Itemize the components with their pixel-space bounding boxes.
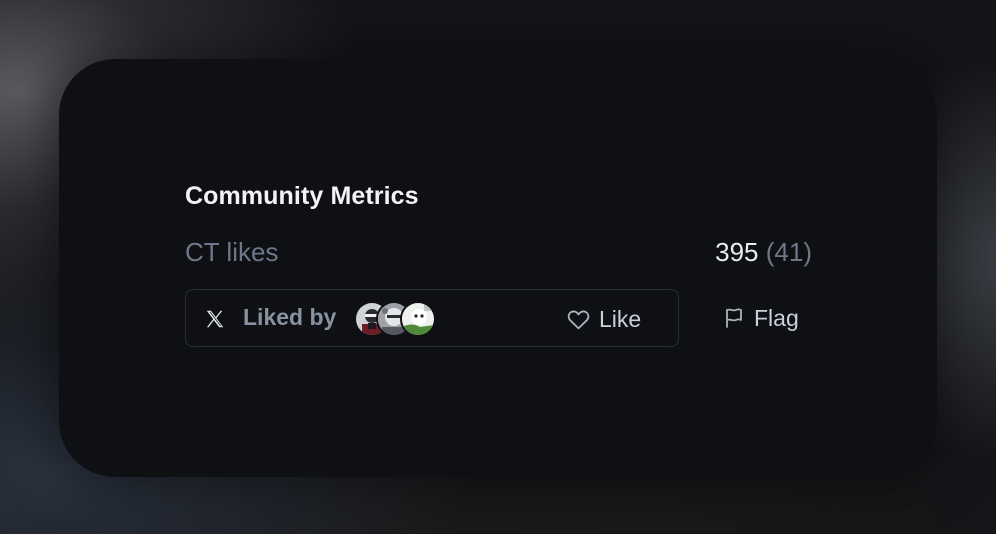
like-label: Like [599,305,642,332]
avatar[interactable] [400,301,436,337]
flag-button[interactable]: Flag [722,303,799,333]
flag-icon [726,308,742,328]
ct-likes-count: 395 (41) [715,237,812,268]
like-button[interactable]: Like [566,304,641,334]
section-title: Community Metrics [185,182,419,210]
ct-likes-value: 395 [715,237,759,267]
flag-label: Flag [754,304,799,331]
ct-likes-secondary-count: (41) [765,237,812,267]
ct-likes-label: CT likes [185,237,279,267]
heart-icon [567,310,590,329]
community-metrics-card: Community Metrics CT likes 395 (41) Like… [59,59,937,477]
liked-by-label: Liked by [243,304,337,330]
avatar-image [402,303,434,335]
x-logo-icon [206,310,224,328]
liked-by-panel: Liked by Like [185,289,679,347]
liker-avatars[interactable] [354,301,444,337]
